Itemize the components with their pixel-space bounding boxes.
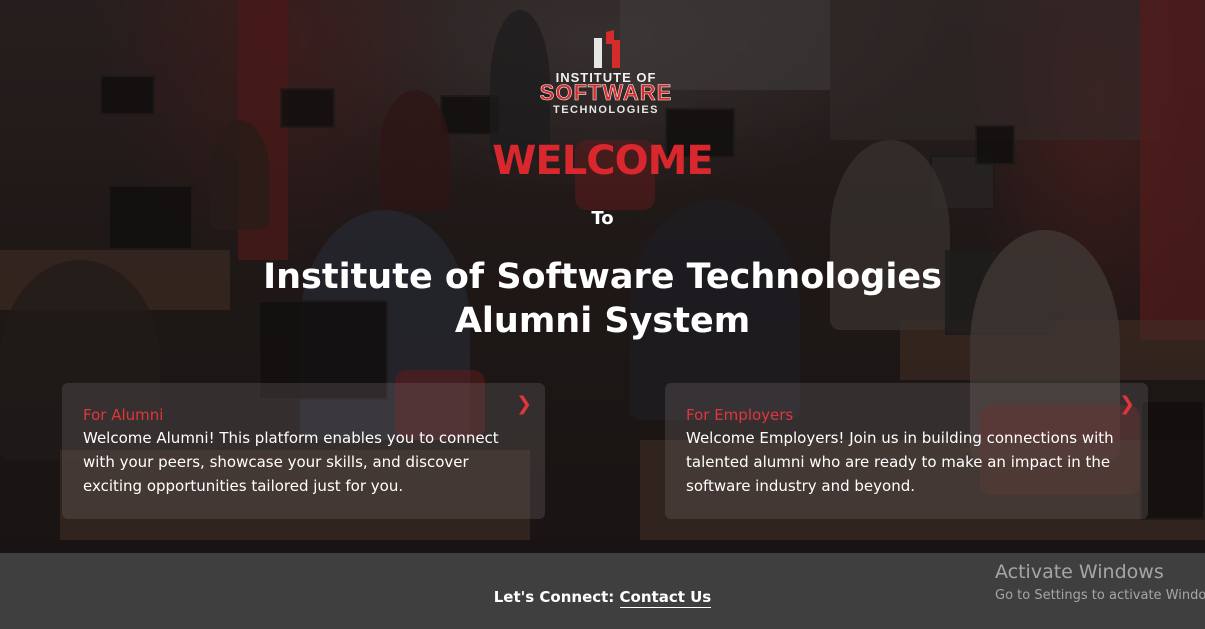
employers-card[interactable]: ❯ For Employers Welcome Employers! Join … (665, 383, 1148, 519)
system-title: Institute of Software Technologies Alumn… (250, 255, 955, 343)
footer: Let's Connect: Contact Us Activate Windo… (0, 553, 1205, 629)
activate-windows-subtitle: Go to Settings to activate Windows. (995, 588, 1205, 603)
connect-label: Let's Connect: (493, 588, 615, 606)
logo-text-line3: TECHNOLOGIES (552, 104, 659, 116)
chevron-right-icon[interactable]: ❯ (1119, 395, 1135, 414)
logo-text-line2: SOFTWARE (539, 80, 673, 105)
alumni-card[interactable]: ❯ For Alumni Welcome Alumni! This platfo… (62, 383, 545, 519)
alumni-card-text: Welcome Alumni! This platform enables yo… (83, 429, 499, 495)
alumni-card-title: For Alumni (83, 406, 164, 424)
welcome-heading: WELCOME (492, 138, 713, 184)
contact-us-link[interactable]: Contact Us (619, 588, 712, 608)
to-text: To (591, 208, 614, 229)
activate-windows-watermark: Activate Windows Go to Settings to activ… (995, 560, 1205, 606)
system-title-line2: Alumni System (454, 301, 751, 341)
employers-card-title: For Employers (686, 406, 794, 424)
system-title-line1: Institute of Software Technologies (263, 257, 942, 297)
activate-windows-title: Activate Windows (995, 561, 1164, 583)
logo-mark-icon (594, 30, 620, 68)
institute-logo: INSTITUTE OF SOFTWARE TECHNOLOGIES (527, 30, 685, 116)
employers-card-text: Welcome Employers! Join us in building c… (686, 429, 1114, 495)
chevron-right-icon[interactable]: ❯ (516, 395, 532, 414)
